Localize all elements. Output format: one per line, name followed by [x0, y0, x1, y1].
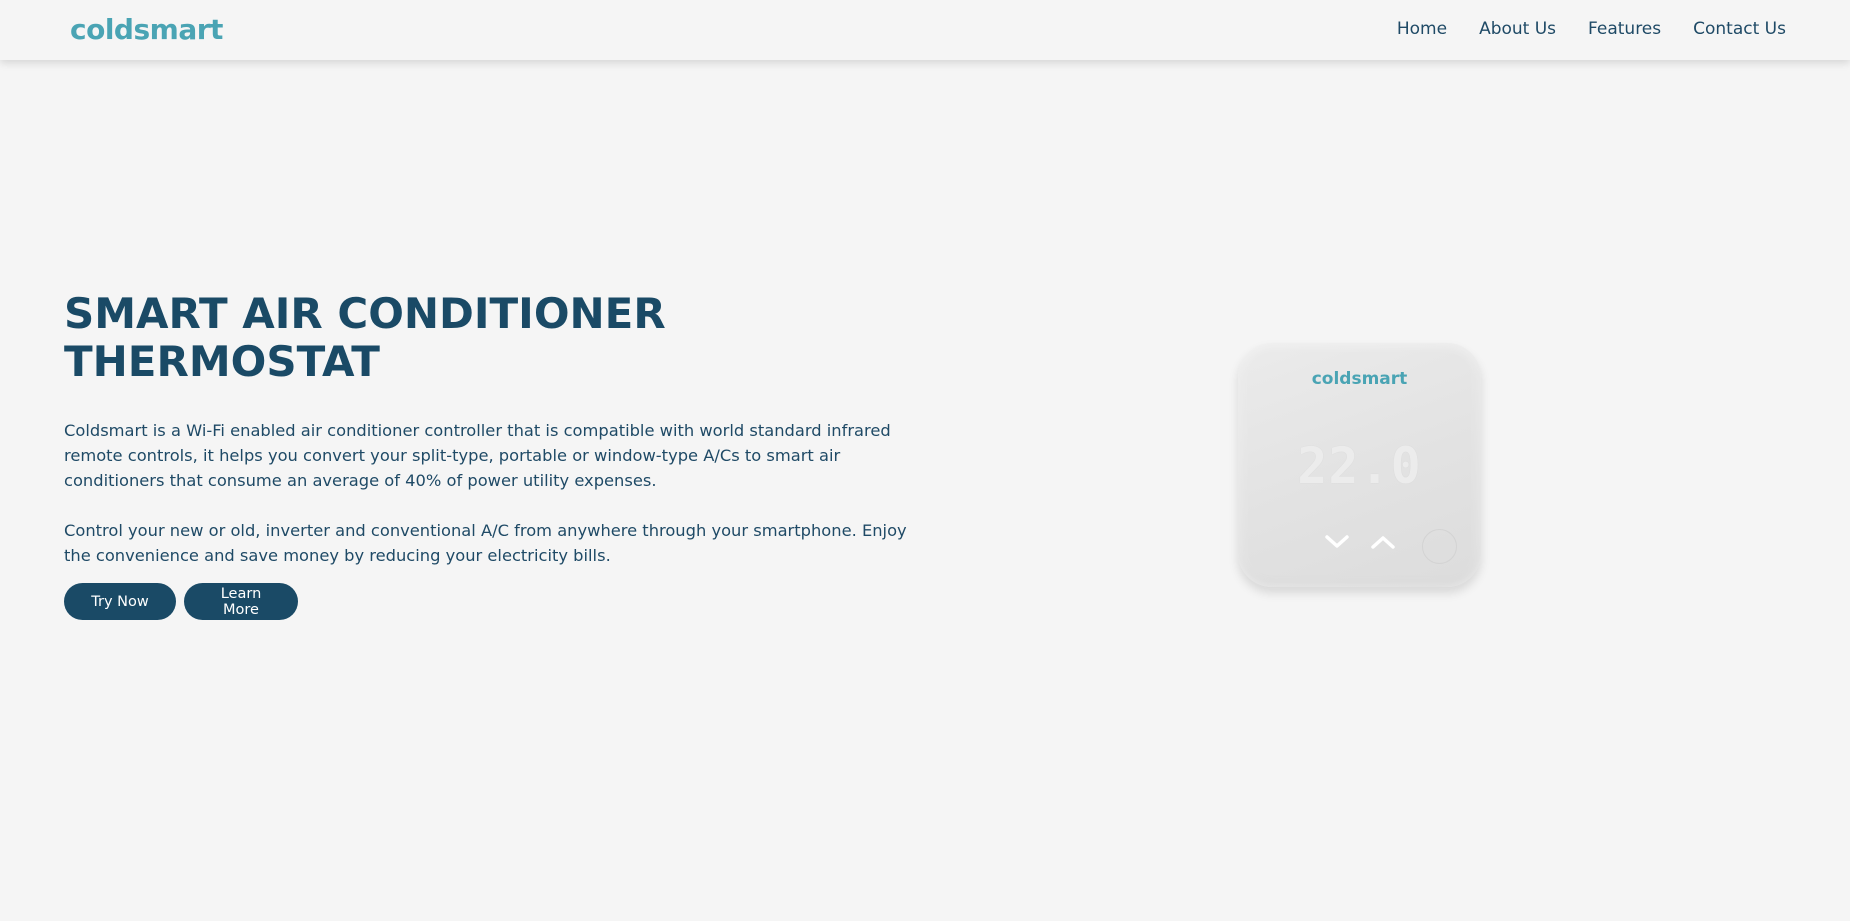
hero-description: Coldsmart is a Wi-Fi enabled air conditi…	[64, 421, 891, 490]
thermostat-device-image: coldsmart 22.0	[1238, 343, 1481, 587]
hero-title-line-1: SMART AIR CONDITIONER	[64, 289, 666, 338]
learn-more-button[interactable]: Learn More	[184, 583, 298, 620]
top-navbar: coldsmart Home About Us Features Contact…	[0, 0, 1850, 60]
nav-features[interactable]: Features	[1588, 19, 1661, 39]
hero-title: SMART AIR CONDITIONER THERMOSTAT	[64, 290, 944, 386]
nav-home[interactable]: Home	[1397, 19, 1447, 39]
hero-title-line-2: THERMOSTAT	[64, 337, 380, 386]
device-brand-label: coldsmart	[1311, 369, 1408, 389]
hero-description-secondary: Control your new or old, inverter and co…	[64, 521, 907, 565]
device-sensor-ring	[1422, 529, 1457, 564]
main-nav: Home About Us Features Contact Us	[1365, 19, 1786, 39]
chevron-up-icon	[1371, 535, 1395, 549]
logo[interactable]: coldsmart	[70, 16, 223, 44]
nav-contact-us[interactable]: Contact Us	[1693, 19, 1786, 39]
chevron-down-icon	[1325, 535, 1349, 549]
hero-section: SMART AIR CONDITIONER THERMOSTAT Coldsma…	[64, 290, 944, 620]
device-controls	[1325, 535, 1395, 549]
hero-buttons: Try Now Learn More	[64, 583, 944, 620]
device-temperature-display: 22.0	[1297, 437, 1422, 495]
try-now-button[interactable]: Try Now	[64, 583, 176, 620]
nav-about-us[interactable]: About Us	[1479, 19, 1556, 39]
